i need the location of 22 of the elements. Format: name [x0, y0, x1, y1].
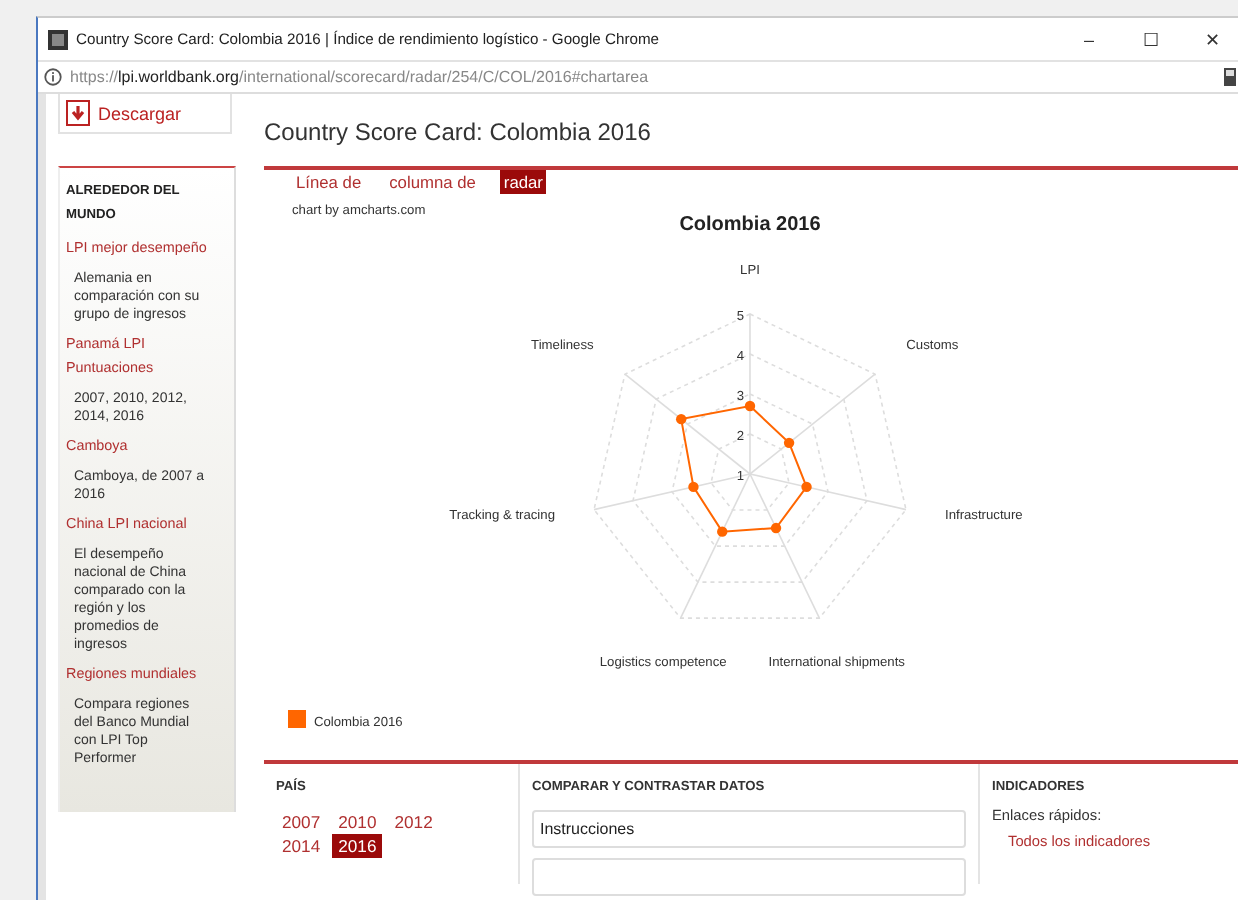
- download-button[interactable]: Descargar: [58, 94, 232, 134]
- instructions-field[interactable]: Instrucciones: [532, 810, 966, 848]
- year-link[interactable]: 2016: [332, 834, 383, 858]
- page-icon: [48, 29, 68, 49]
- chart-tab[interactable]: radar: [499, 170, 547, 194]
- data-polygon: [676, 400, 812, 537]
- extension-icon[interactable]: [1224, 68, 1236, 86]
- download-icon: [66, 100, 90, 126]
- window-control[interactable]: ☐: [1124, 29, 1178, 49]
- window-control[interactable]: ✕: [1186, 29, 1238, 49]
- page-title: Country Score Card: Colombia 2016: [264, 116, 653, 150]
- chart-tab[interactable]: Línea de: [292, 170, 366, 194]
- year-link[interactable]: 2012: [388, 810, 439, 834]
- chart-title: Colombia 2016: [679, 214, 821, 236]
- url-field[interactable]: https://lpi.worldbank.org/international/scorecard/radar/254/C/COL/2016#chartarea: [70, 68, 1216, 86]
- year-link[interactable]: 2007: [276, 810, 327, 834]
- info-icon[interactable]: [44, 68, 62, 86]
- year-link[interactable]: 2010: [332, 810, 383, 834]
- chart-tab[interactable]: columna de: [385, 170, 480, 194]
- year-link[interactable]: 2014: [276, 834, 327, 858]
- compare-field[interactable]: [532, 858, 966, 896]
- window-control[interactable]: –: [1062, 29, 1116, 49]
